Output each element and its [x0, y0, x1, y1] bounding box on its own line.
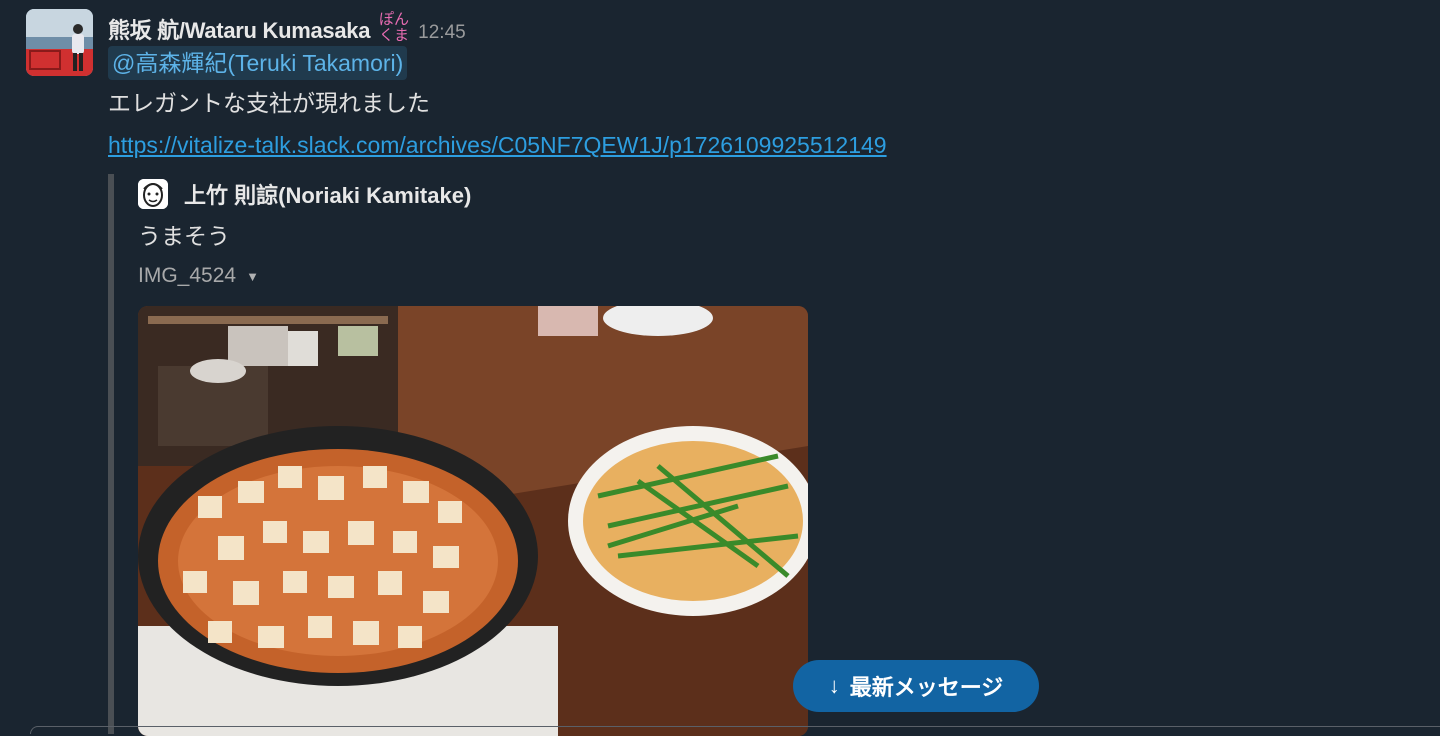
message-link-line: https://vitalize-talk.slack.com/archives…: [108, 128, 1408, 164]
file-toggle[interactable]: IMG_4524 ▼: [138, 256, 828, 296]
quoted-header: 上竹 則諒(Noriaki Kamitake): [138, 174, 828, 214]
arrow-down-icon: ↓: [828, 673, 840, 698]
quoted-author-name[interactable]: 上竹 則諒(Noriaki Kamitake): [184, 178, 471, 210]
quoted-text: うまそう: [138, 223, 230, 249]
message-text: エレガントな支社が現れました: [108, 90, 430, 116]
message-link[interactable]: https://vitalize-talk.slack.com/archives…: [108, 132, 887, 158]
mention-line: @高森輝紀(Teruki Takamori): [108, 46, 1408, 80]
file-name: IMG_4524: [138, 264, 237, 287]
food-photo-icon: [138, 306, 808, 736]
sender-name[interactable]: 熊坂 航/Wataru Kumasaka: [108, 13, 370, 45]
jump-to-latest-label: 最新メッセージ: [849, 675, 1004, 700]
message-header: 熊坂 航/Wataru Kumasaka ぽん くま 12:45: [108, 6, 1408, 44]
sender-avatar[interactable]: [26, 9, 93, 76]
jump-to-latest-button[interactable]: ↓ 最新メッセージ: [793, 660, 1039, 712]
quoted-message: 上竹 則諒(Noriaki Kamitake) うまそう IMG_4524 ▼: [108, 174, 828, 736]
message-container: 熊坂 航/Wataru Kumasaka ぽん くま 12:45 @高森輝紀(T…: [0, 0, 1440, 736]
user-mention[interactable]: @高森輝紀(Teruki Takamori): [108, 46, 408, 80]
message-timestamp[interactable]: 12:45: [418, 22, 466, 44]
caret-down-icon[interactable]: ▼: [246, 269, 259, 284]
quoted-author-avatar[interactable]: [138, 179, 168, 209]
status-emoji-icon[interactable]: ぽん くま: [378, 10, 412, 44]
attached-image[interactable]: [138, 306, 808, 736]
status-emoji-text-bottom: くま: [379, 26, 409, 42]
composer-border: [30, 726, 1440, 734]
message-body: 熊坂 航/Wataru Kumasaka ぽん くま 12:45 @高森輝紀(T…: [108, 6, 1408, 164]
